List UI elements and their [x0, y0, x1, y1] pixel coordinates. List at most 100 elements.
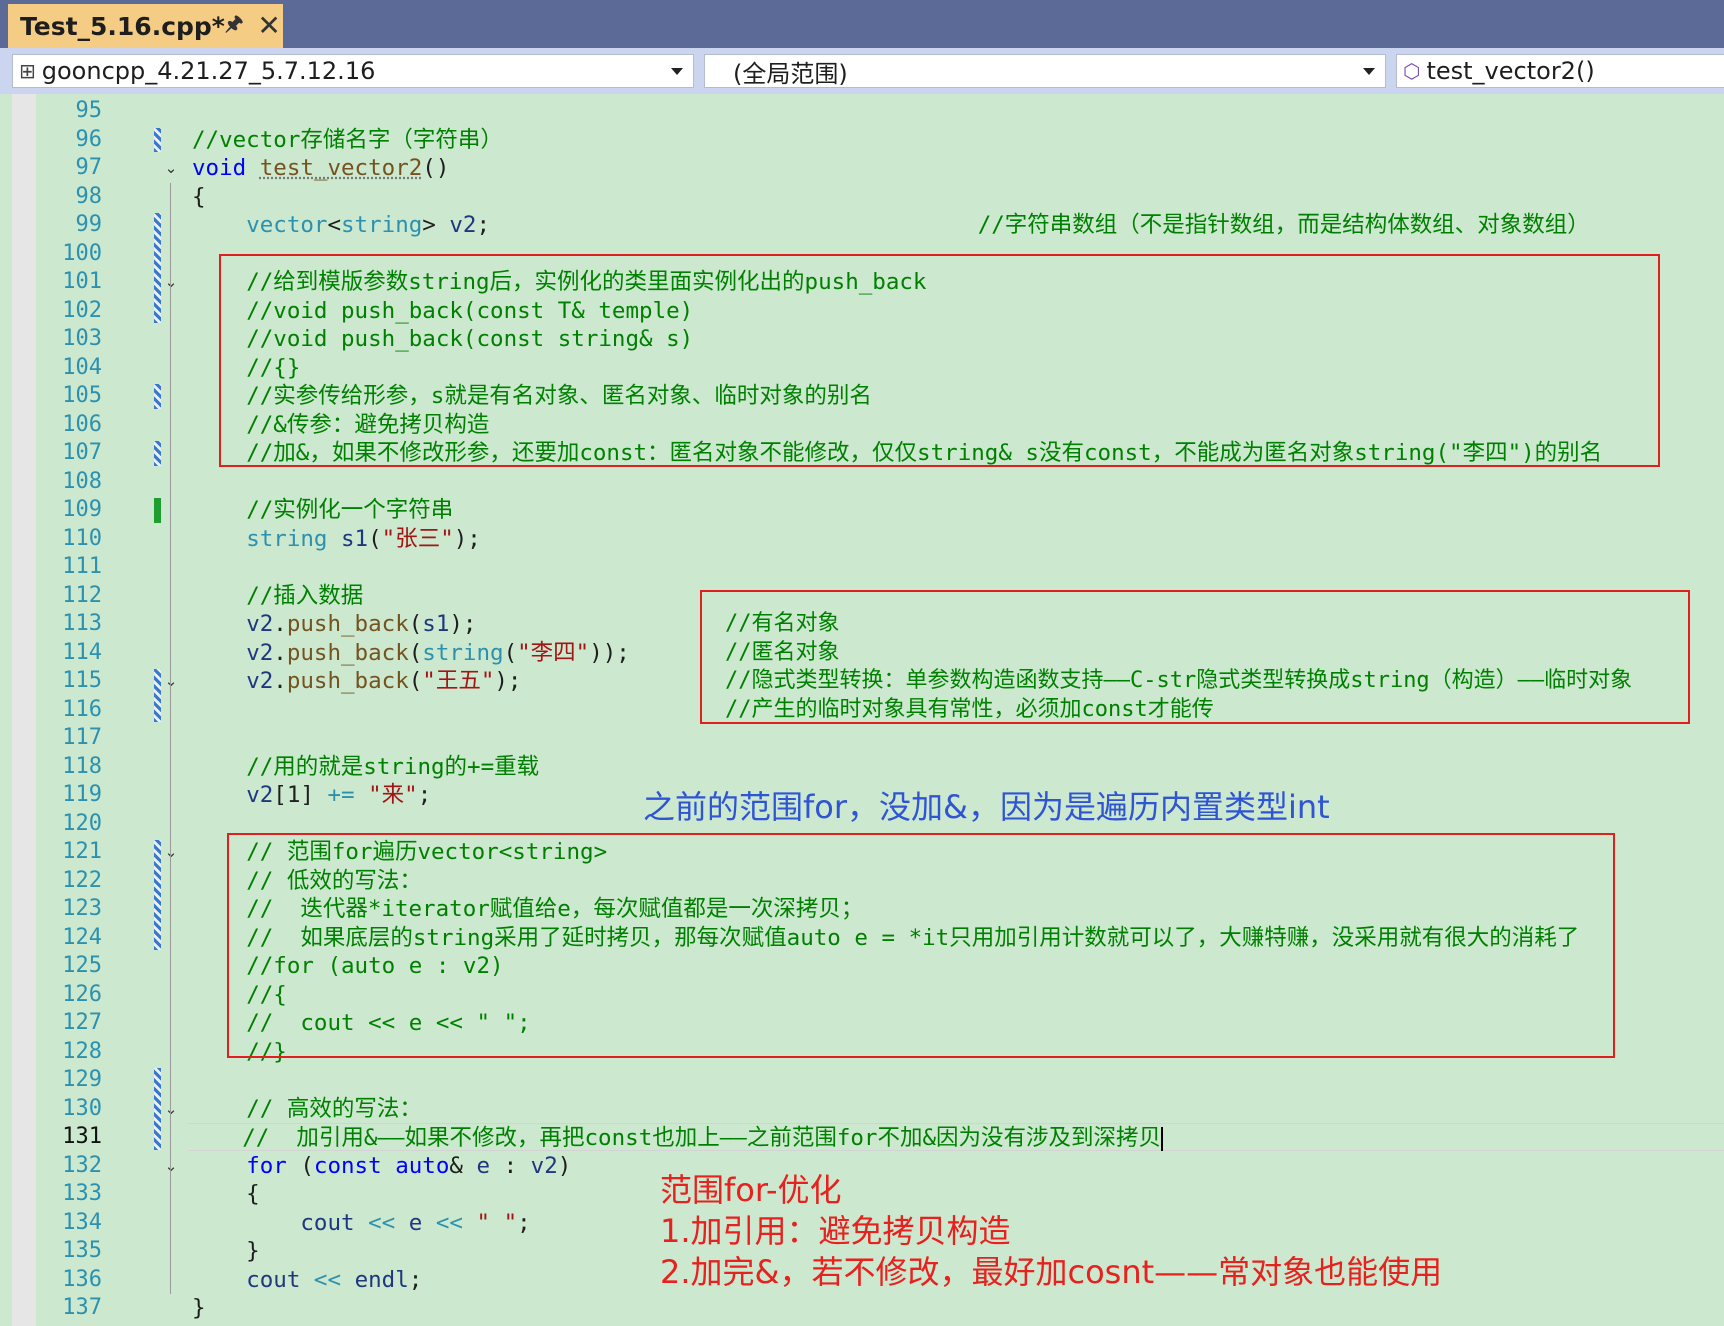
line-number: 109 [62, 497, 102, 522]
change-indicator [154, 127, 161, 152]
file-tab-title[interactable]: Test_5.16.cpp* [20, 12, 225, 41]
chevron-down-icon[interactable] [1363, 67, 1375, 75]
code-token: v2 [530, 1152, 558, 1179]
code-token: // 加引用&——如果不修改，再把const也加上——之前范围for不加&因为没… [242, 1125, 1162, 1151]
line-number: 122 [62, 867, 102, 893]
collapse-toggle-icon[interactable]: ⌄ [164, 1152, 178, 1180]
code-line[interactable]: v2[1] += "来"; [192, 781, 431, 809]
change-indicator [154, 498, 161, 523]
code-line[interactable]: //用的就是string的+=重载 [192, 753, 539, 781]
code-token: //实例化一个字符串 [246, 497, 454, 523]
code-token: . [273, 611, 287, 637]
code-token: //vector存储名字（字符串） [192, 126, 503, 153]
code-line[interactable]: v2.push_back(string("李四")); [192, 639, 630, 667]
code-token: ( [408, 639, 423, 666]
code-token: ; [408, 1266, 423, 1293]
code-token: v2 [246, 611, 274, 637]
code-line[interactable]: v2.push_back(s1); [192, 610, 476, 638]
code-token: ( [368, 525, 382, 552]
line-number: 99 [75, 212, 103, 237]
scope-dropdown[interactable]: (全局范围) [704, 54, 1386, 88]
code-token: > [422, 212, 450, 238]
code-token: ; [417, 782, 432, 808]
code-line[interactable]: // 加引用&——如果不修改，再把const也加上——之前范围for不加&因为没… [188, 1123, 1724, 1151]
code-line[interactable]: } [192, 1237, 260, 1265]
code-line[interactable]: for (const auto& e : v2) [192, 1152, 571, 1180]
code-token: ) [557, 1152, 572, 1179]
line-number: 119 [62, 782, 102, 807]
code-token: ); [494, 668, 522, 694]
code-token: () [422, 155, 450, 181]
line-number: 135 [62, 1238, 102, 1263]
code-token: ; [476, 212, 978, 238]
code-token: << [435, 1209, 463, 1236]
code-token: const [313, 1152, 382, 1179]
line-number: 101 [62, 269, 102, 294]
code-token: ( [408, 668, 423, 694]
line-number: 107 [62, 440, 102, 465]
code-token: ; [517, 1209, 531, 1236]
highlight-box-pushback [219, 254, 1660, 467]
code-line[interactable]: { [192, 1180, 260, 1208]
code-token: string [246, 525, 328, 552]
code-line[interactable]: } [192, 1294, 206, 1322]
collapse-toggle-icon[interactable]: ⌄ [164, 667, 178, 695]
code-line[interactable]: cout << endl; [192, 1266, 422, 1294]
collapse-toggle-icon[interactable]: ⌄ [164, 838, 178, 866]
member-dropdown[interactable]: ⬡ test_vector2() [1396, 54, 1724, 88]
tab-strip: Test_5.16.cpp* 🖈 ✕ [0, 0, 1724, 48]
chevron-down-icon[interactable] [671, 67, 683, 75]
code-line[interactable]: //实例化一个字符串 [192, 496, 453, 524]
collapse-toggle-icon[interactable]: ⌄ [164, 1095, 178, 1123]
code-token: push_back [286, 611, 409, 637]
code-line[interactable]: //插入数据 [192, 582, 363, 610]
change-indicator [154, 213, 161, 323]
line-number: 133 [62, 1181, 102, 1206]
code-token: { [192, 1181, 260, 1207]
code-line[interactable]: cout << e << " "; [192, 1209, 531, 1237]
member-name: test_vector2() [1426, 57, 1595, 85]
code-token: string [341, 212, 423, 238]
code-token: s1 [422, 611, 450, 637]
code-token: "张三" [381, 525, 454, 552]
code-token: "来" [368, 782, 418, 808]
code-line[interactable]: //vector存储名字（字符串） [192, 126, 503, 154]
line-number: 120 [62, 810, 102, 836]
code-token: )); [589, 639, 630, 666]
code-line[interactable]: { [192, 183, 206, 211]
code-editor[interactable]: 95 96 97 98 99 100 101 102 103 104 105 106 107 108 109… [0, 94, 1724, 1326]
code-token: for [246, 1152, 287, 1179]
project-dropdown[interactable]: ⊞ gooncpp_4.21.27_5.7.12.16 [12, 54, 694, 88]
code-line[interactable]: string s1("张三"); [192, 525, 481, 553]
code-token: [1] [273, 782, 328, 808]
line-number: 125 [62, 953, 102, 978]
project-name: gooncpp_4.21.27_5.7.12.16 [41, 57, 376, 85]
code-token: test_vector2 [259, 155, 423, 181]
navigation-bar: ⊞ gooncpp_4.21.27_5.7.12.16 (全局范围) ⬡ tes… [0, 48, 1724, 94]
line-number: 123 [62, 896, 102, 921]
code-token: } [192, 1238, 260, 1264]
collapse-toggle-icon[interactable]: ⌄ [164, 154, 178, 182]
pin-icon[interactable]: 🖈 [225, 9, 244, 43]
code-token: push_back [286, 639, 409, 666]
code-token: < [327, 212, 342, 238]
collapse-toggle-icon[interactable]: ⌄ [164, 268, 178, 296]
code-line[interactable]: // 高效的写法： [192, 1095, 422, 1123]
outline-guide [170, 182, 171, 1294]
line-number: 114 [62, 639, 102, 665]
highlight-box-forloop [227, 833, 1615, 1058]
file-tab[interactable]: Test_5.16.cpp* 🖈 ✕ [8, 4, 283, 48]
code-token: e [408, 1209, 423, 1236]
code-line[interactable]: void test_vector2() [192, 154, 449, 182]
line-number: 124 [62, 924, 102, 950]
code-token: string [422, 639, 504, 666]
close-icon[interactable]: ✕ [257, 12, 280, 40]
code-token: << [368, 1209, 396, 1236]
code-line[interactable]: vector<string> v2; //字符串数组（不是指针数组，而是结构体数… [192, 211, 1590, 239]
code-line[interactable]: v2.push_back("王五"); [192, 667, 521, 695]
